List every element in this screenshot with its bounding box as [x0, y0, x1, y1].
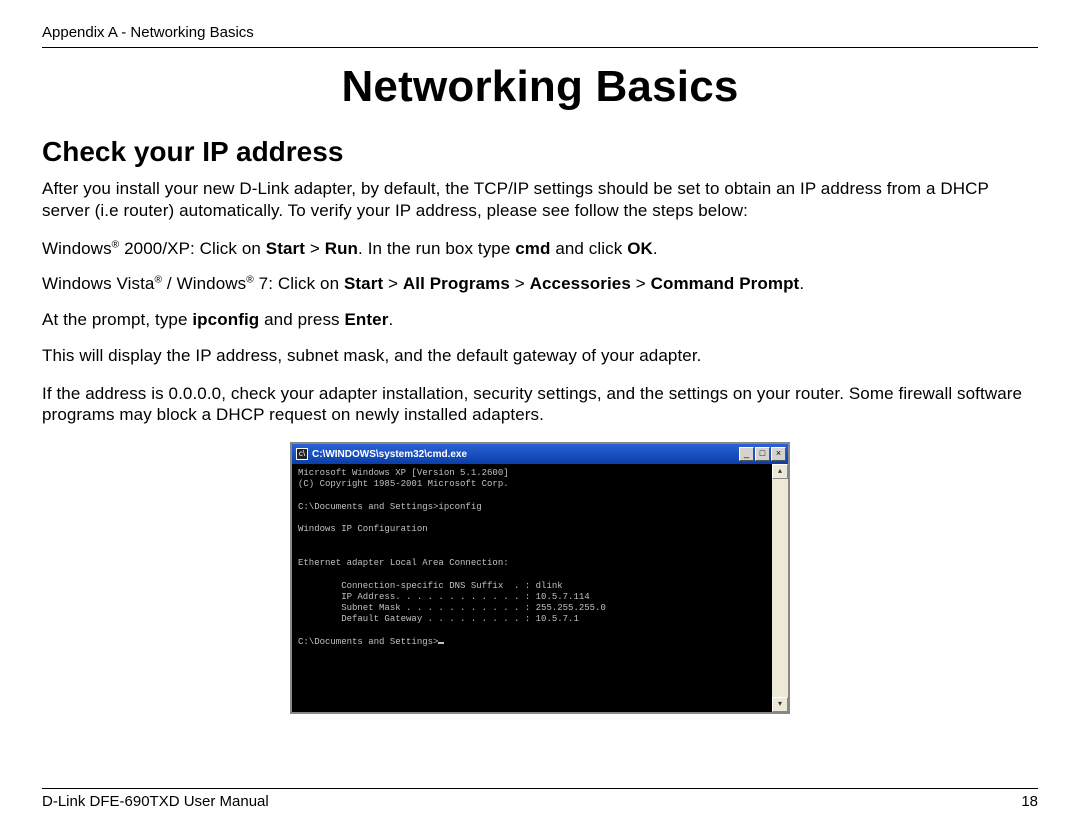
bold-ipconfig: ipconfig [192, 310, 259, 329]
maximize-button: □ [755, 447, 770, 461]
cmd-icon: c\ [296, 448, 308, 460]
text: and press [259, 310, 344, 329]
footer-page-number: 18 [1021, 793, 1038, 810]
bold-start: Start [344, 274, 383, 293]
text: 2000/XP: Click on [119, 239, 265, 258]
bold-all-programs: All Programs [403, 274, 510, 293]
display-paragraph: This will display the IP address, subnet… [42, 345, 1038, 367]
cursor-icon [438, 642, 444, 644]
scroll-track [772, 479, 788, 697]
ipconfig-instruction: At the prompt, type ipconfig and press E… [42, 309, 1038, 331]
intro-paragraph: After you install your new D-Link adapte… [42, 178, 1038, 222]
bold-cmd: cmd [515, 239, 550, 258]
footer-rule [42, 788, 1038, 789]
minimize-button: _ [739, 447, 754, 461]
command-prompt-screenshot: c\ C:\WINDOWS\system32\cmd.exe _ □ × Mic… [290, 442, 790, 714]
header-rule [42, 47, 1038, 48]
text: > [383, 274, 403, 293]
registered-mark: ® [154, 275, 162, 286]
running-header: Appendix A - Networking Basics [42, 24, 1038, 47]
footer-manual-name: D-Link DFE-690TXD User Manual [42, 793, 269, 810]
text: > [510, 274, 530, 293]
bold-run: Run [325, 239, 358, 258]
text: 7: Click on [254, 274, 344, 293]
cmd-titlebar: c\ C:\WINDOWS\system32\cmd.exe _ □ × [292, 444, 788, 464]
text: . In the run box type [358, 239, 515, 258]
cmd-body: Microsoft Windows XP [Version 5.1.2600] … [292, 464, 788, 712]
text: Windows [42, 239, 112, 258]
scrollbar: ▴ ▾ [772, 464, 788, 712]
manual-page: Appendix A - Networking Basics Networkin… [0, 0, 1080, 834]
page-title: Networking Basics [42, 62, 1038, 112]
vista-instructions: Windows Vista® / Windows® 7: Click on St… [42, 273, 1038, 295]
body-text: After you install your new D-Link adapte… [42, 178, 1038, 426]
text: > [305, 239, 325, 258]
scroll-up-button: ▴ [772, 464, 788, 479]
bold-enter: Enter [344, 310, 388, 329]
winxp-instructions: Windows® 2000/XP: Click on Start > Run. … [42, 238, 1038, 260]
registered-mark: ® [246, 275, 254, 286]
cmd-title-text: C:\WINDOWS\system32\cmd.exe [312, 449, 738, 460]
section-heading: Check your IP address [42, 136, 1038, 168]
text: At the prompt, type [42, 310, 192, 329]
close-button: × [771, 447, 786, 461]
page-footer: D-Link DFE-690TXD User Manual 18 [42, 788, 1038, 810]
bold-accessories: Accessories [530, 274, 631, 293]
text: . [653, 239, 658, 258]
text: Windows Vista [42, 274, 154, 293]
text: and click [551, 239, 628, 258]
text: / Windows [162, 274, 246, 293]
text: > [631, 274, 651, 293]
bold-ok: OK [627, 239, 653, 258]
bold-start: Start [266, 239, 305, 258]
text: . [388, 310, 393, 329]
bold-command-prompt: Command Prompt [651, 274, 800, 293]
cmd-output: Microsoft Windows XP [Version 5.1.2600] … [292, 464, 772, 712]
scroll-down-button: ▾ [772, 697, 788, 712]
zero-address-paragraph: If the address is 0.0.0.0, check your ad… [42, 383, 1038, 427]
text: . [799, 274, 804, 293]
cmd-lines: Microsoft Windows XP [Version 5.1.2600] … [298, 468, 606, 647]
